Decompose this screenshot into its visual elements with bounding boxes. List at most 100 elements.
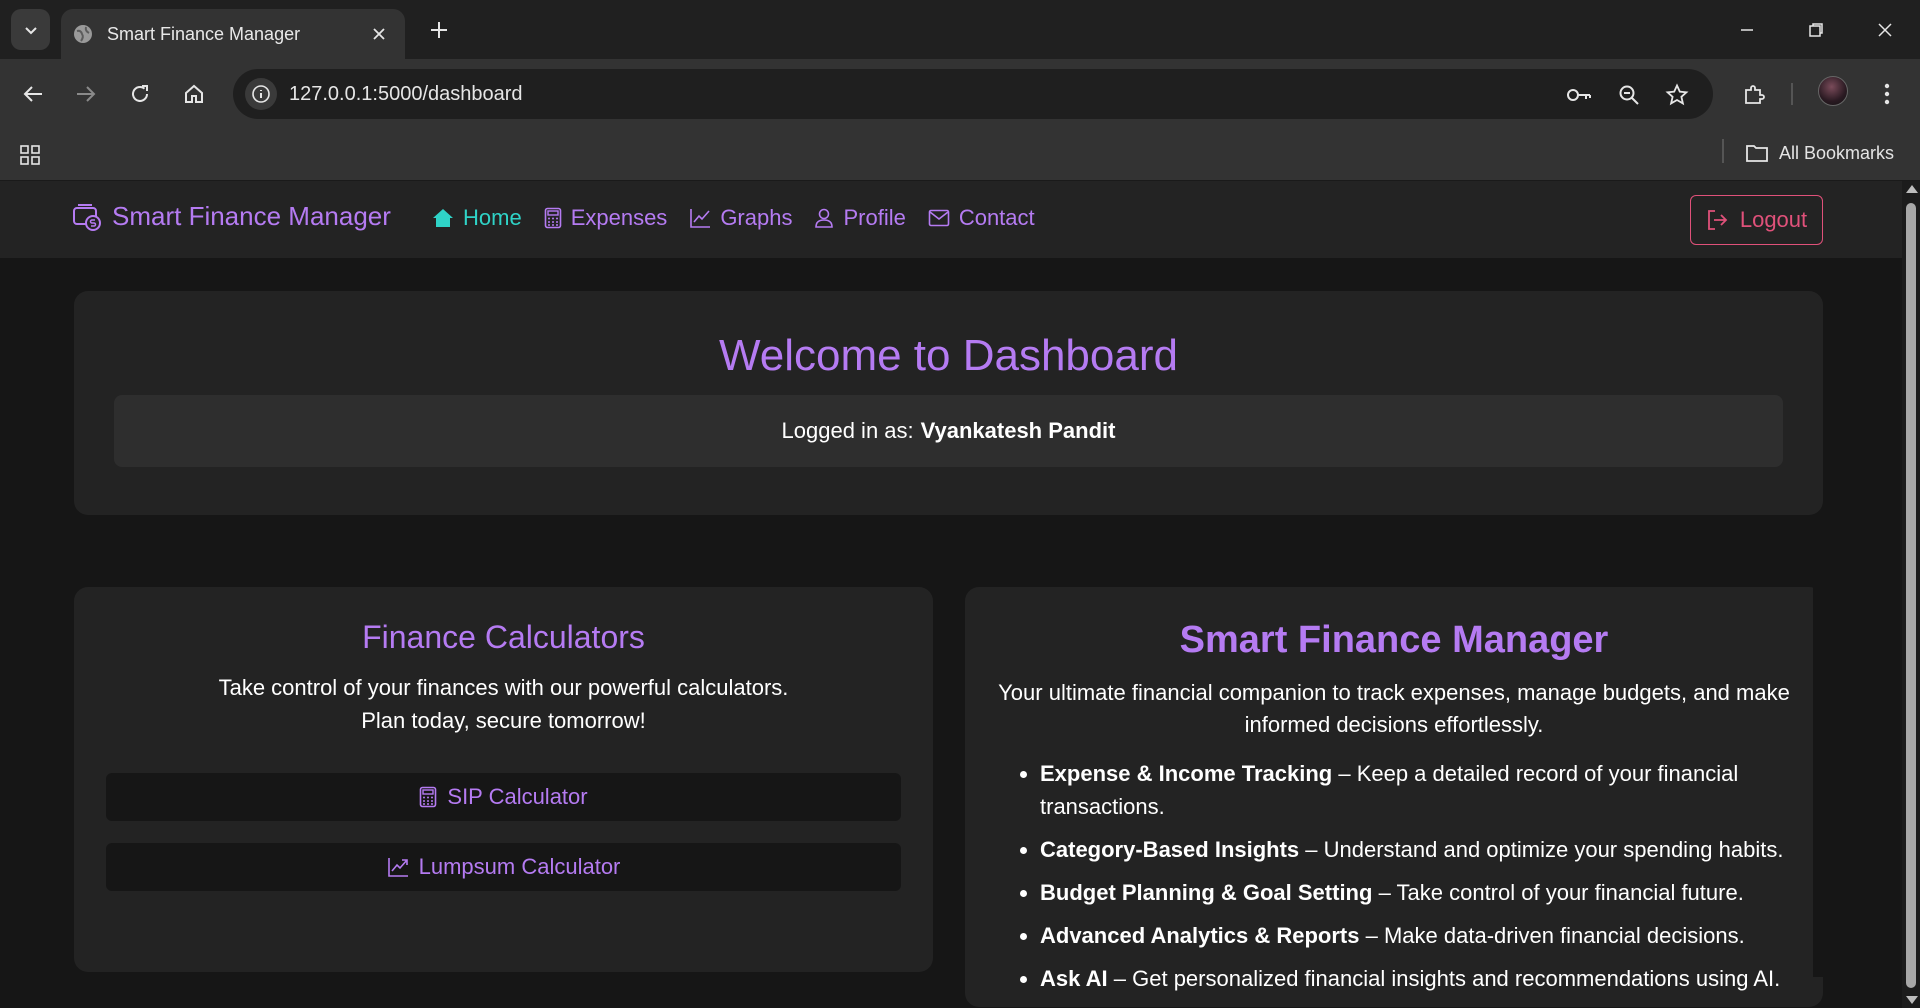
calculators-description: Take control of your finances with our p… [74,671,933,737]
calculators-title: Finance Calculators [362,619,645,655]
tab-title: Smart Finance Manager [107,23,301,44]
zoom-button[interactable] [1614,80,1644,110]
star-icon [1665,83,1689,106]
bookmarks-divider [1722,139,1724,163]
about-title: Smart Finance Manager [1179,619,1609,661]
url-text[interactable]: 127.0.0.1:5000/dashboard [289,83,523,106]
chart-line-icon [387,858,408,877]
browser-toolbar: 127.0.0.1:5000/dashboard [0,59,1920,129]
nav-expenses[interactable]: Expenses [544,205,668,231]
lumpsum-calculator-button[interactable]: Lumpsum Calculator [106,843,901,891]
nav-home[interactable]: Home [432,205,522,231]
arrow-right-icon [77,86,96,102]
lumpsum-calculator-label: Lumpsum Calculator [418,854,621,879]
site-info-button[interactable] [245,78,277,110]
forward-button[interactable] [66,74,106,114]
feature-item: Expense & Income Tracking – Keep a detai… [1020,757,1800,823]
all-bookmarks-button[interactable]: All Bookmarks [1745,137,1894,169]
address-bar[interactable]: 127.0.0.1:5000/dashboard [233,69,1713,119]
feature-title: Ask AI [1040,966,1108,991]
restore-button[interactable] [1794,12,1838,48]
folder-icon [1746,145,1768,162]
calculator-icon [544,207,561,229]
sip-calculator-label: SIP Calculator [447,784,588,809]
nav-contact-label: Contact [958,205,1035,230]
logged-in-box: Logged in as: Vyankatesh Pandit [114,395,1783,467]
features-list: Expense & Income Tracking – Keep a detai… [1020,757,1800,1005]
tab-search-button[interactable] [11,9,50,50]
nav-links: Home Expenses Graphs Profile Contact [432,205,1035,231]
nav-profile[interactable]: Profile [814,205,906,231]
reload-icon [132,85,148,102]
calculators-card: Finance Calculators Take control of your… [74,587,933,972]
apps-button[interactable] [14,139,46,171]
nav-graphs[interactable]: Graphs [689,205,792,231]
feature-title: Category-Based Insights [1040,837,1300,862]
welcome-card: Welcome to Dashboard Logged in as: Vyank… [74,291,1823,515]
app-navbar: Smart Finance Manager Home Expenses Grap… [0,181,1902,258]
calculators-description-line2: Plan today, secure tomorrow! [361,708,646,733]
close-window-button[interactable] [1863,12,1907,48]
scroll-down-arrow[interactable] [1906,996,1918,1004]
nav-profile-label: Profile [843,205,906,230]
puzzle-icon [1745,85,1765,104]
feature-item: Category-Based Insights – Understand and… [1020,833,1800,866]
extensions-button[interactable] [1735,75,1773,113]
feature-item: Ask AI – Get personalized financial insi… [1020,962,1800,995]
info-icon [252,85,270,103]
home-icon [185,84,203,103]
globe-icon [74,25,92,43]
tab-close-button[interactable] [365,20,393,48]
tab-strip: Smart Finance Manager [0,0,1920,59]
kebab-menu-icon [1884,83,1890,105]
page-scrollbar[interactable] [1902,181,1920,1008]
calculator-icon [420,786,437,808]
brand-link[interactable]: Smart Finance Manager [72,201,391,232]
reload-button[interactable] [120,74,160,114]
feature-text: – Understand and optimize your spending … [1299,837,1784,862]
bookmarks-bar: All Bookmarks [0,129,1920,181]
logout-label: Logout [1739,207,1808,232]
password-key-button[interactable] [1564,80,1594,110]
nav-contact[interactable]: Contact [928,205,1035,231]
minimize-icon [1741,29,1753,31]
page-viewport: Smart Finance Manager Home Expenses Grap… [0,181,1920,1008]
all-bookmarks-label: All Bookmarks [1779,142,1895,163]
scroll-thumb[interactable] [1906,203,1916,988]
logout-button[interactable]: Logout [1690,195,1823,245]
card-edge-shadow [1813,587,1823,977]
home-button[interactable] [174,74,214,114]
welcome-title: Welcome to Dashboard [719,331,1178,380]
browser-tab[interactable]: Smart Finance Manager [61,9,405,59]
back-button[interactable] [13,74,53,114]
logout-icon [1707,210,1728,230]
feature-item: Advanced Analytics & Reports – Make data… [1020,919,1800,952]
home-icon [433,209,453,227]
chevron-down-icon [24,26,37,34]
sip-calculator-button[interactable]: SIP Calculator [106,773,901,821]
key-icon [1567,89,1591,101]
calculators-description-line1: Take control of your finances with our p… [218,675,789,700]
bookmark-star-button[interactable] [1662,80,1692,110]
person-icon [815,208,834,228]
minimize-button[interactable] [1725,12,1769,48]
arrow-left-icon [23,86,42,102]
feature-title: Budget Planning & Goal Setting [1040,880,1373,905]
nav-expenses-label: Expenses [570,205,668,230]
feature-text: – Get personalized financial insights an… [1107,966,1781,991]
nav-graphs-label: Graphs [720,205,793,230]
feature-text: – Make data-driven financial decisions. [1359,923,1745,948]
username: Vyankatesh Pandit [920,418,1116,443]
logged-in-label: Logged in as: [781,418,914,443]
envelope-icon [928,209,950,227]
new-tab-button[interactable] [423,14,455,46]
profile-avatar[interactable] [1818,76,1848,106]
feature-title: Expense & Income Tracking [1040,761,1333,786]
browser-menu-button[interactable] [1868,75,1906,113]
chart-line-icon [690,209,711,228]
plus-icon [431,22,447,38]
scroll-up-arrow[interactable] [1906,185,1918,193]
close-icon [373,28,385,40]
feature-item: Budget Planning & Goal Setting – Take co… [1020,876,1800,909]
brand-name: Smart Finance Manager [112,201,391,231]
